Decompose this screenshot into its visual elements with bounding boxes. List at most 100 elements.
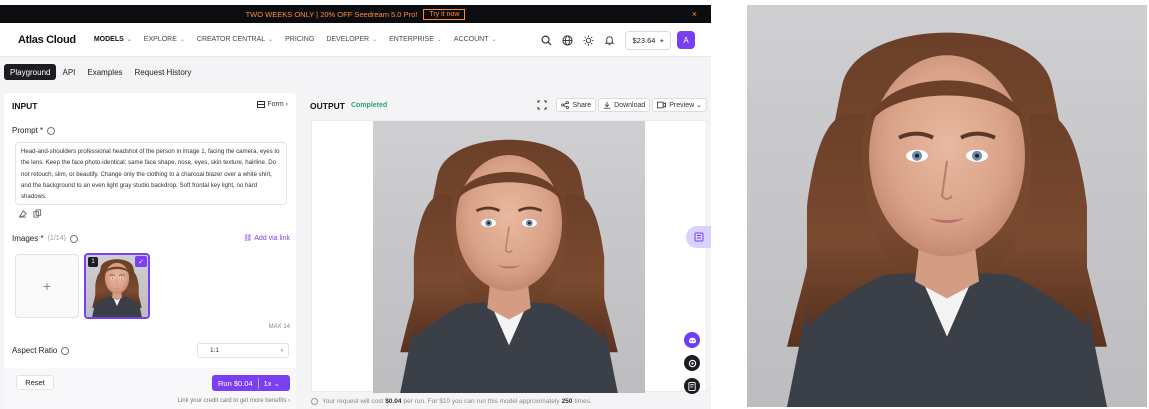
info-icon[interactable]	[69, 234, 78, 243]
globe-icon[interactable]	[557, 30, 577, 50]
promo-banner: TWO WEEKS ONLY | 20% OFF Seedream 5.0 Pr…	[0, 5, 711, 23]
share-button[interactable]: Share	[556, 98, 597, 112]
thumbnail-index-badge: 1	[88, 257, 98, 267]
output-actions: Share Download Preview ⌄	[531, 98, 707, 112]
output-title: OUTPUT	[310, 101, 345, 111]
chevron-right-icon: ›	[285, 101, 288, 108]
list-icon	[694, 232, 703, 242]
run-count-select[interactable]: 1x	[264, 379, 272, 388]
preview-button[interactable]: Preview ⌄	[652, 98, 707, 112]
share-label: Share	[572, 101, 592, 109]
download-icon	[603, 101, 611, 109]
aspect-ratio-label: Aspect Ratio	[12, 346, 70, 355]
run-button-label: Run $0.04	[218, 378, 253, 388]
nav-enterprise-label: ENTERPRISE	[389, 36, 434, 43]
sun-icon[interactable]	[578, 30, 598, 50]
output-canvas	[311, 120, 707, 392]
cost-middle: per run. For $10 you can run this model …	[403, 398, 560, 405]
output-image[interactable]	[373, 121, 645, 393]
image-upload-dropzone[interactable]: +	[15, 254, 79, 318]
tab-playground[interactable]: Playground	[4, 64, 57, 80]
chevron-down-icon: ⌄	[436, 37, 442, 43]
aspect-ratio-label-text: Aspect Ratio	[12, 346, 58, 355]
tab-request-history[interactable]: Request History	[129, 64, 198, 80]
discord-icon[interactable]	[684, 332, 700, 348]
check-icon[interactable]: ✓	[135, 256, 147, 267]
nav-explore[interactable]: EXPLORE ⌄	[144, 36, 185, 43]
feedback-icon[interactable]	[684, 378, 700, 394]
run-button-divider	[257, 377, 259, 389]
output-panel: OUTPUT Completed Share Download Preview …	[303, 93, 711, 409]
fullscreen-icon[interactable]	[533, 98, 554, 112]
required-mark: *	[40, 126, 44, 135]
chevron-down-icon: ⌄	[126, 37, 132, 43]
info-icon[interactable]	[61, 346, 70, 355]
nav-account[interactable]: ACCOUNT ⌄	[454, 36, 497, 43]
form-toggle-button[interactable]: Form ›	[257, 101, 288, 108]
nav-actions: $23.64 + A	[535, 30, 695, 50]
reset-button[interactable]: Reset	[16, 375, 54, 390]
prompt-textarea[interactable]: Head-and-shoulders professional headshot…	[15, 142, 287, 205]
promo-text: TWO WEEKS ONLY | 20% OFF Seedream 5.0 Pr…	[245, 9, 418, 19]
prompt-tools	[17, 208, 47, 219]
eraser-icon[interactable]	[17, 208, 28, 219]
link-card-note-text: Link your credit card to get more benefi…	[177, 398, 287, 404]
copy-icon[interactable]	[32, 208, 43, 219]
nav-creator-central-label: CREATOR CENTRAL	[196, 36, 266, 43]
chevron-down-icon: ⌄	[179, 37, 185, 43]
nav-enterprise[interactable]: ENTERPRISE ⌄	[389, 36, 442, 43]
tab-examples[interactable]: Examples	[81, 64, 128, 80]
balance-value: $23.64	[632, 35, 656, 45]
nav-explore-label: EXPLORE	[143, 36, 177, 43]
input-title: INPUT	[12, 101, 38, 111]
images-label-text: Images	[12, 234, 39, 243]
tab-api[interactable]: API	[56, 64, 81, 80]
page-tabs: Playground API Examples Request History	[4, 64, 197, 80]
nav-developer-label: DEVELOPER	[326, 36, 370, 43]
chevron-down-icon: ⌄	[273, 378, 280, 388]
cost-note: Your request will cost $0.04 per run. Fo…	[311, 398, 592, 405]
images-count: (1/14)	[47, 235, 66, 242]
brand-logo[interactable]: Atlas Cloud	[18, 34, 76, 46]
share-icon	[561, 101, 570, 109]
support-icon[interactable]	[684, 355, 700, 371]
top-nav: Atlas Cloud MODELS ⌄ EXPLORE ⌄ CREATOR CEN…	[0, 23, 711, 57]
download-button[interactable]: Download	[598, 98, 651, 112]
cost-runs: 250	[561, 398, 573, 405]
bell-icon[interactable]	[599, 30, 619, 50]
prompt-label-text: Prompt	[12, 126, 38, 135]
promo-cta-button[interactable]: Try it now	[423, 8, 466, 20]
chevron-down-icon: ⌄	[491, 37, 497, 43]
required-mark: *	[40, 234, 44, 243]
plus-icon: +	[42, 278, 52, 294]
result-photo-large	[747, 5, 1147, 407]
aspect-ratio-select[interactable]: 1:1 ›	[197, 343, 289, 358]
avatar[interactable]: A	[677, 31, 695, 49]
video-icon	[657, 101, 667, 109]
input-action-bar: Reset Run $0.04 1x ⌄ Link your credit ca…	[4, 368, 296, 409]
side-panel-toggle[interactable]	[686, 226, 711, 248]
add-via-link-button[interactable]: ⛓ Add via link	[243, 234, 290, 243]
link-card-note[interactable]: Link your credit card to get more benefi…	[178, 398, 290, 404]
nav-pricing[interactable]: PRICING	[285, 36, 314, 43]
cost-suffix: times.	[574, 398, 592, 405]
nav-creator-central[interactable]: CREATOR CENTRAL ⌄	[197, 36, 273, 43]
info-icon[interactable]	[47, 126, 56, 135]
balance-button[interactable]: $23.64 +	[625, 30, 671, 50]
nav-account-label: ACCOUNT	[453, 36, 489, 43]
chevron-right-icon: ›	[280, 347, 283, 354]
image-thumbnail[interactable]: 1 ✓	[84, 253, 150, 319]
nav-developer[interactable]: DEVELOPER ⌄	[326, 36, 377, 43]
aspect-ratio-value: 1:1	[210, 347, 220, 354]
nav-pricing-label: PRICING	[285, 36, 315, 43]
info-icon	[311, 398, 318, 405]
nav-models-label: MODELS	[93, 36, 124, 43]
preview-label: Preview	[669, 101, 695, 109]
search-icon[interactable]	[536, 30, 556, 50]
run-button[interactable]: Run $0.04 1x ⌄	[212, 375, 290, 391]
promo-close-icon[interactable]: ×	[692, 9, 697, 19]
chevron-down-icon: ⌄	[372, 37, 378, 43]
form-icon	[257, 101, 266, 108]
add-via-link-label: Add via link	[254, 234, 290, 242]
nav-models[interactable]: MODELS ⌄	[94, 36, 132, 43]
